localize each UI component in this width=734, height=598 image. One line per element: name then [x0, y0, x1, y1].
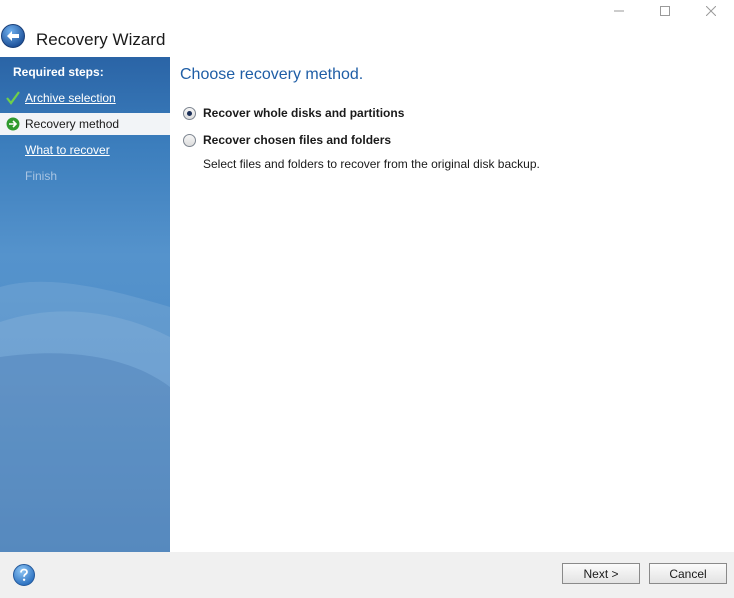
required-steps-heading: Required steps:	[13, 65, 104, 79]
minimize-button[interactable]	[596, 0, 642, 22]
wizard-header: Recovery Wizard	[0, 22, 734, 58]
next-button[interactable]: Next >	[562, 563, 640, 584]
back-arrow-icon[interactable]	[1, 24, 25, 48]
sidebar-step-label: Archive selection	[25, 91, 116, 105]
radio-recover-files[interactable]	[183, 133, 196, 147]
option-recover-disks[interactable]: Recover whole disks and partitions	[183, 104, 404, 122]
sidebar-step-recovery-method[interactable]: Recovery method	[0, 113, 170, 135]
sidebar-step-archive-selection[interactable]: Archive selection	[0, 87, 170, 109]
radio-recover-disks[interactable]	[183, 106, 196, 120]
wizard-footer: Next > Cancel	[0, 552, 734, 598]
close-button[interactable]	[688, 0, 734, 22]
help-icon[interactable]	[13, 564, 35, 586]
arrow-right-icon	[6, 117, 20, 131]
minimize-icon	[614, 10, 624, 12]
option-recover-files[interactable]: Recover chosen files and folders	[183, 131, 391, 149]
window-controls	[596, 0, 734, 22]
cancel-button[interactable]: Cancel	[649, 563, 727, 584]
option-description: Select files and folders to recover from…	[203, 157, 540, 171]
window-title: Recovery Wizard	[36, 30, 166, 49]
sidebar-step-label: Finish	[25, 169, 58, 183]
sidebar-step-finish: Finish	[0, 165, 170, 187]
sidebar-step-what-to-recover[interactable]: What to recover	[0, 139, 170, 161]
option-label: Recover chosen files and folders	[203, 133, 392, 147]
maximize-icon	[660, 6, 670, 16]
sidebar-step-label: Recovery method	[25, 117, 120, 131]
maximize-button[interactable]	[642, 0, 688, 22]
steps-sidebar: Required steps: Archive selection Recove…	[0, 57, 170, 552]
main-content: Choose recovery method. Recover whole di…	[170, 57, 734, 552]
close-icon	[706, 6, 716, 16]
check-icon	[6, 91, 20, 105]
option-label: Recover whole disks and partitions	[203, 106, 405, 120]
sidebar-step-label: What to recover	[25, 143, 110, 157]
page-heading: Choose recovery method.	[180, 66, 364, 83]
